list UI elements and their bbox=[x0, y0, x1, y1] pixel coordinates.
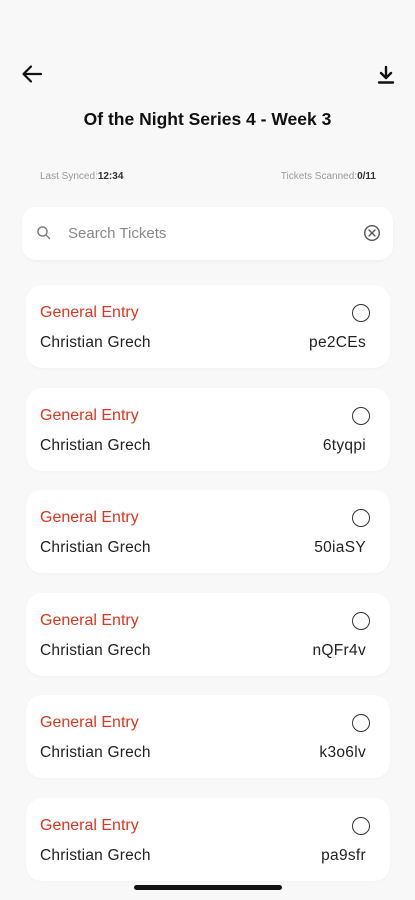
scan-status-radio[interactable] bbox=[352, 304, 370, 322]
ticket-card[interactable]: General Entry Christian Grech pe2CEs bbox=[26, 285, 390, 368]
scan-status-radio[interactable] bbox=[352, 611, 370, 630]
tickets-scanned-value: 0/11 bbox=[357, 171, 376, 182]
ticket-holder-name: Christian Grech bbox=[40, 641, 151, 659]
header-bar bbox=[0, 54, 415, 94]
ticket-holder-name: Christian Grech bbox=[40, 539, 151, 556]
ticket-card[interactable]: General Entry Christian Grech nQFr4v bbox=[26, 592, 390, 676]
ticket-holder-name: Christian Grech bbox=[40, 744, 151, 761]
arrow-left-icon bbox=[22, 65, 43, 83]
ticket-code: nQFr4v bbox=[312, 641, 366, 659]
last-synced: Last Synced:12:34 bbox=[40, 171, 123, 185]
scan-status-radio[interactable] bbox=[352, 406, 370, 425]
ticket-list: General Entry Christian Grech pe2CEs Gen… bbox=[26, 285, 390, 900]
ticket-card[interactable]: General Entry Christian Grech k3o6lv bbox=[26, 695, 390, 778]
last-synced-value: 12:34 bbox=[97, 171, 124, 182]
ticket-card[interactable]: General Entry Christian Grech 6tyqpi bbox=[26, 387, 390, 471]
ticket-code: 50iaSY bbox=[314, 539, 366, 556]
ticket-holder-name: Christian Grech bbox=[40, 334, 151, 351]
back-button[interactable] bbox=[16, 58, 48, 90]
ticket-code: k3o6lv bbox=[319, 744, 366, 761]
search-bar bbox=[22, 207, 393, 260]
ticket-type: General Entry bbox=[40, 816, 139, 834]
last-synced-label: Last Synced: bbox=[40, 171, 98, 182]
tickets-scanned-label: Tickets Scanned: bbox=[280, 171, 358, 182]
scan-status-radio[interactable] bbox=[352, 714, 370, 732]
clear-search-icon[interactable] bbox=[363, 224, 381, 242]
ticket-code: pe2CEs bbox=[309, 334, 366, 351]
ticket-holder-name: Christian Grech bbox=[40, 846, 151, 864]
ticket-type: General Entry bbox=[40, 611, 139, 629]
scan-status-radio[interactable] bbox=[352, 509, 370, 527]
ticket-type: General Entry bbox=[40, 406, 139, 424]
ticket-code: 6tyqpi bbox=[322, 436, 366, 454]
tickets-scanned: Tickets Scanned:0/11 bbox=[281, 171, 376, 185]
status-bar bbox=[0, 0, 415, 44]
download-icon bbox=[377, 65, 395, 84]
ticket-type: General Entry bbox=[40, 714, 139, 731]
download-button[interactable] bbox=[371, 60, 401, 90]
ticket-card[interactable]: General Entry Christian Grech 50iaSY bbox=[26, 490, 390, 573]
search-input[interactable] bbox=[68, 220, 348, 246]
ticket-type: General Entry bbox=[40, 304, 139, 321]
ticket-holder-name: Christian Grech bbox=[40, 436, 151, 454]
ticket-type: General Entry bbox=[40, 509, 139, 526]
search-icon bbox=[37, 226, 51, 240]
ticket-code: pa9sfr bbox=[321, 846, 366, 864]
ticket-card[interactable]: General Entry Christian Grech pa9sfr bbox=[26, 797, 390, 881]
home-indicator[interactable] bbox=[134, 885, 282, 890]
scan-status-radio[interactable] bbox=[352, 816, 370, 835]
page-title: Of the Night Series 4 - Week 3 bbox=[83, 109, 332, 129]
sync-info: Last Synced:12:34 Tickets Scanned:0/11 bbox=[40, 171, 376, 185]
